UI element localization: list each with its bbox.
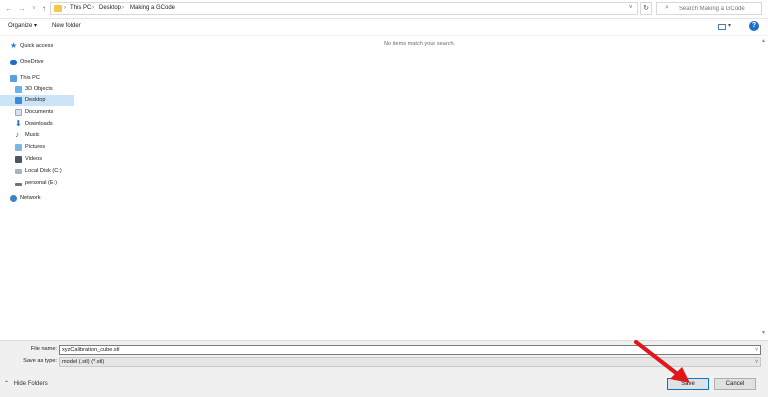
disk-icon xyxy=(15,169,22,174)
cancel-button[interactable]: Cancel xyxy=(714,378,756,390)
save-as-type-label: Save as type: xyxy=(23,358,57,364)
hide-folders-toggle[interactable]: ⌃ Hide Folders xyxy=(4,380,48,387)
chevron-down-icon[interactable]: ˅ xyxy=(755,358,758,366)
address-bar: ← → ˅ ↑ › This PC › Desktop › Making a G… xyxy=(0,0,768,19)
drive-icon xyxy=(15,183,22,186)
view-dropdown-icon[interactable]: ▾ xyxy=(728,22,731,29)
command-bar: Organize ▾ New folder ▾ ? xyxy=(0,18,768,36)
nav-item-music[interactable]: ♪ Music xyxy=(0,130,74,141)
nav-item-documents[interactable]: Documents xyxy=(0,107,74,118)
chevron-up-icon: ⌃ xyxy=(4,381,10,387)
video-icon xyxy=(15,156,22,163)
nav-item-pictures[interactable]: Pictures xyxy=(0,142,74,153)
nav-item-personal-drive[interactable]: personal (E:) xyxy=(0,178,74,189)
file-name-label: File name: xyxy=(30,346,57,352)
breadcrumb-separator: › xyxy=(122,5,124,11)
document-icon xyxy=(15,109,22,116)
breadcrumb-desktop[interactable]: Desktop xyxy=(99,3,121,14)
nav-item-downloads[interactable]: ⬇ Downloads xyxy=(0,119,74,130)
help-icon[interactable]: ? xyxy=(749,21,759,31)
nav-item-onedrive[interactable]: OneDrive xyxy=(0,57,74,68)
star-icon: ★ xyxy=(10,41,18,50)
nav-item-network[interactable]: Network xyxy=(0,193,74,204)
nav-item-local-disk[interactable]: Local Disk (C:) xyxy=(0,166,74,177)
organize-button[interactable]: Organize ▾ xyxy=(8,21,37,32)
picture-icon xyxy=(15,144,22,151)
annotation-arrow-icon xyxy=(634,340,690,383)
chevron-down-icon[interactable]: ˅ xyxy=(755,346,758,354)
network-icon xyxy=(10,195,17,202)
cube-icon xyxy=(15,86,22,93)
music-icon: ♪ xyxy=(15,130,19,139)
nav-item-videos[interactable]: Videos xyxy=(0,154,74,165)
empty-results-message: No items match your search. xyxy=(384,41,456,47)
forward-arrow-icon[interactable]: → xyxy=(17,3,27,15)
breadcrumb-this-pc[interactable]: This PC xyxy=(70,3,91,14)
breadcrumb-separator: › xyxy=(92,5,94,11)
back-arrow-icon[interactable]: ← xyxy=(4,3,14,15)
download-icon: ⬇ xyxy=(15,119,22,128)
address-field[interactable]: › This PC › Desktop › Making a GCode ˅ xyxy=(50,2,638,15)
search-icon: ⌕ xyxy=(665,4,669,11)
nav-item-quick-access[interactable]: ★ Quick access xyxy=(0,41,74,52)
desktop-icon xyxy=(15,97,22,104)
nav-item-this-pc[interactable]: This PC xyxy=(0,73,74,84)
nav-item-3d-objects[interactable]: 3D Objects xyxy=(0,84,74,95)
up-arrow-icon[interactable]: ↑ xyxy=(39,3,49,15)
search-input[interactable] xyxy=(679,4,759,13)
navigation-pane: ★ Quick access OneDrive This PC 3D Objec… xyxy=(0,36,76,340)
scroll-up-icon[interactable]: ▲ xyxy=(761,38,766,44)
refresh-icon[interactable]: ↻ xyxy=(640,2,652,15)
search-box[interactable]: ⌕ xyxy=(656,2,762,15)
new-folder-button[interactable]: New folder xyxy=(52,21,81,32)
address-dropdown-icon[interactable]: ˅ xyxy=(629,3,633,14)
vertical-scrollbar[interactable]: ▲ ▼ xyxy=(760,36,768,340)
cloud-icon xyxy=(10,60,17,65)
recent-dropdown-icon[interactable]: ˅ xyxy=(29,3,39,15)
view-options-icon[interactable] xyxy=(718,24,726,30)
nav-item-desktop[interactable]: Desktop xyxy=(0,95,74,106)
computer-icon xyxy=(10,75,17,82)
scroll-down-icon[interactable]: ▼ xyxy=(761,330,766,336)
breadcrumb-making-a-gcode[interactable]: Making a GCode xyxy=(130,3,175,14)
breadcrumb-separator: › xyxy=(64,5,66,11)
folder-icon xyxy=(54,5,62,12)
